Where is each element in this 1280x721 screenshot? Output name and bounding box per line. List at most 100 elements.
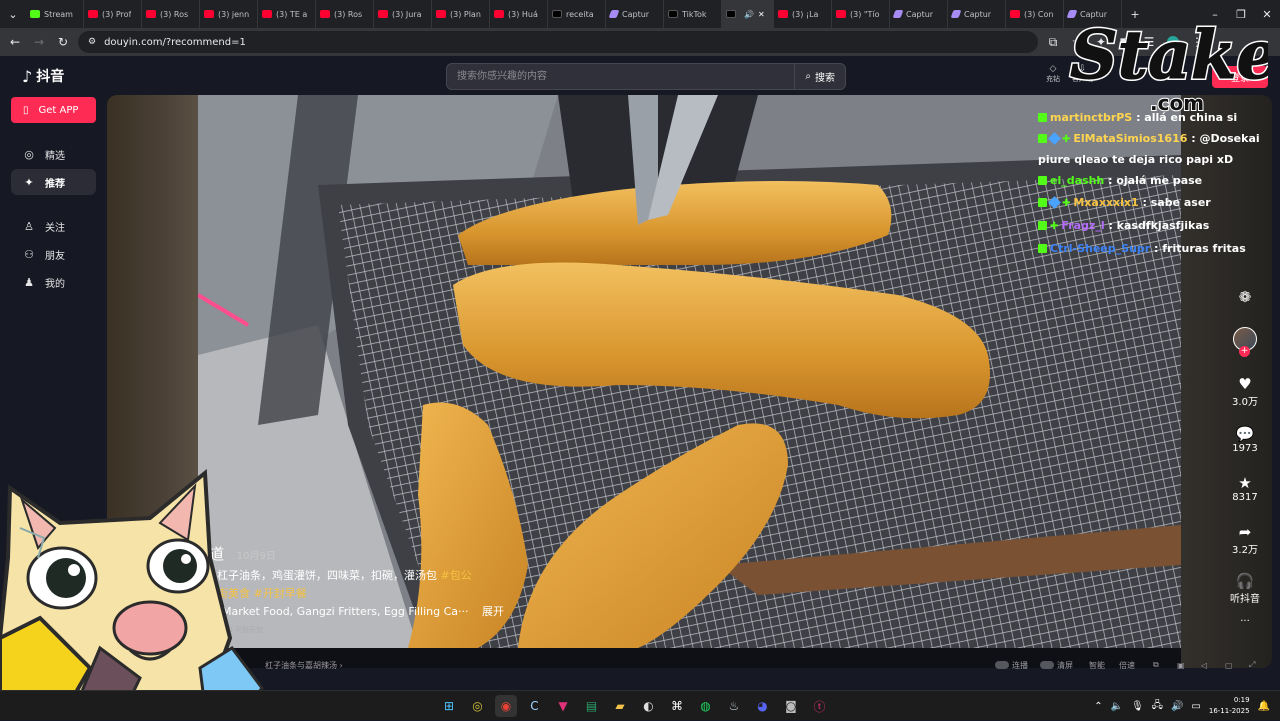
kick-badge-icon [1038, 198, 1047, 207]
browser-tab[interactable]: Captur [606, 0, 664, 28]
chat-username: Ctrl-Sheep_Supr [1050, 242, 1151, 255]
notifications-icon[interactable]: 🔔 [1258, 701, 1270, 712]
continuous-toggle[interactable]: 连播 [995, 660, 1028, 671]
address-bar[interactable]: ⚙ douyin.com/?recommend=1 [78, 31, 1038, 53]
youtube-icon [778, 10, 788, 18]
forward-icon[interactable]: → [30, 33, 48, 51]
sub-badge-icon: ✚ [1062, 134, 1071, 145]
browser-tab[interactable]: 🔊 ✕ [722, 0, 774, 28]
like-button[interactable]: ♥ 3.0万 [1228, 375, 1262, 408]
chat-text: frituras fritas [1162, 242, 1246, 255]
browser-tab[interactable]: (3) Con [1006, 0, 1064, 28]
tab-search-icon[interactable]: ⌄ [0, 0, 26, 28]
network-icon[interactable]: 🖧 [1152, 698, 1163, 715]
sidebar-item[interactable]: ♙ 关注 [11, 213, 96, 239]
webfullscreen-icon[interactable]: ▢ [1225, 661, 1233, 670]
browser-tab[interactable]: (3) Huá [490, 0, 548, 28]
youtube-icon [1010, 10, 1020, 18]
tray-chevron-icon[interactable]: ⌃ [1094, 701, 1102, 712]
speed-button[interactable]: 倍速 [1119, 660, 1135, 671]
quality-button[interactable]: 智能 [1089, 660, 1105, 671]
reload-icon[interactable]: ↻ [54, 33, 72, 51]
obs-icon[interactable]: ◐ [638, 695, 660, 717]
kick-badge-icon [1038, 176, 1047, 185]
browser-tab[interactable]: (3) Plan [432, 0, 490, 28]
pip-icon[interactable]: ⧉ [1153, 660, 1159, 670]
clock[interactable]: 0:19 16-11-2025 [1209, 695, 1250, 717]
browser-tab[interactable]: (3) "Tío [832, 0, 890, 28]
folder-icon[interactable]: ▰ [609, 695, 631, 717]
site-info-icon[interactable]: ⚙ [88, 37, 96, 47]
twitch-dashboard-icon[interactable]: ▼ [552, 695, 574, 717]
capcut-icon [892, 10, 904, 18]
favorite-button[interactable]: ★ 8317 [1228, 474, 1262, 503]
more-button[interactable]: ··· [1228, 616, 1262, 627]
youtube-icon [378, 10, 388, 18]
get-app-button[interactable]: ▯ Get APP [11, 97, 96, 123]
overwolf-icon[interactable]: ◎ [467, 695, 489, 717]
related-link[interactable]: 杠子油条与嘉胡辣汤 › [265, 660, 343, 671]
sidebar-item[interactable]: ⚇ 朋友 [11, 241, 96, 267]
browser-tab[interactable]: (3) Prof [84, 0, 142, 28]
sidebar-item[interactable]: ♟ 我的 [11, 269, 96, 295]
sparkle-icon: ✦ [24, 175, 34, 189]
discord-icon[interactable]: ◕ [752, 695, 774, 717]
mic-icon[interactable]: 🎙 [1131, 701, 1144, 712]
sidebar-item[interactable]: ◎ 精选 [11, 141, 96, 167]
volume-icon[interactable]: ◁ [1201, 661, 1207, 670]
spotify-icon[interactable]: ◍ [695, 695, 717, 717]
subtitle-icon[interactable]: ▣ [1177, 661, 1185, 670]
chrome-icon[interactable]: ◉ [495, 695, 517, 717]
todo-icon[interactable]: ⓣ [809, 695, 831, 717]
follow-plus-icon[interactable]: + [1239, 346, 1250, 357]
clear-screen-toggle[interactable]: 清屏 [1040, 660, 1073, 671]
comment-button[interactable]: 💬 1973 [1228, 425, 1262, 454]
browser-tab[interactable]: Stream [26, 0, 84, 28]
charge-button[interactable]: ◇ 充钻 [1046, 64, 1060, 84]
screenshot-icon[interactable]: ⧉ [1044, 33, 1062, 51]
kick-badge-icon [1038, 244, 1047, 253]
fullscreen-icon[interactable]: ⤢ [1249, 660, 1255, 670]
chat-username: ElMataSimios1616 [1073, 132, 1188, 145]
charge-label: 充钻 [1046, 75, 1060, 83]
chat-message: Ctrl-Sheep_Supr : frituras fritas [1038, 238, 1260, 260]
browser-tab[interactable]: (3) Jura [374, 0, 432, 28]
volume-icon[interactable]: 🔊 [1171, 701, 1183, 712]
browser-tab[interactable]: (3) jenn [200, 0, 258, 28]
steam-icon[interactable]: ♨ [723, 695, 745, 717]
browser-tab[interactable]: TikTok [664, 0, 722, 28]
windows-start-icon[interactable]: ⊞ [438, 695, 460, 717]
capcut-icon[interactable]: ⌘ [666, 695, 688, 717]
share-button[interactable]: ➦ 3.2万 [1228, 523, 1262, 556]
battery-icon[interactable]: ▭ [1191, 701, 1200, 712]
clock-date: 16-11-2025 [1208, 707, 1250, 715]
listen-label: 听抖音 [1230, 594, 1260, 605]
browser-tab[interactable]: Captur [890, 0, 948, 28]
listen-button[interactable]: 🎧 听抖音 [1228, 572, 1262, 605]
tab-title: Captur [964, 9, 992, 19]
expand-button[interactable]: 展开 [482, 605, 504, 618]
youtube-icon [146, 10, 156, 18]
immersive-button[interactable]: ❁ [1228, 288, 1262, 306]
back-icon[interactable]: ← [6, 33, 24, 51]
browser-tab[interactable]: (3) TE a [258, 0, 316, 28]
search-input[interactable] [447, 64, 795, 89]
ccleaner-icon[interactable]: C [524, 695, 546, 717]
browser-tab[interactable]: (3) Ros [142, 0, 200, 28]
app-icon[interactable]: ◙ [780, 695, 802, 717]
browser-tab[interactable]: (3) Ros [316, 0, 374, 28]
tab-close-icon[interactable]: ✕ [758, 10, 765, 19]
sidebar-item[interactable]: ✦ 推荐 [11, 169, 96, 195]
browser-tab[interactable]: Captur [948, 0, 1006, 28]
files-icon[interactable]: ▤ [581, 695, 603, 717]
hashtag[interactable]: #包公 [441, 569, 472, 582]
douyin-logo[interactable]: ♪ 抖音 [22, 66, 64, 86]
browser-tab[interactable]: (3) ¡La [774, 0, 832, 28]
youtube-icon [836, 10, 846, 18]
browser-tab[interactable]: receita [548, 0, 606, 28]
search-button[interactable]: ⌕ 搜索 [794, 64, 845, 89]
windows-taskbar: ⊞ ◎ ◉ C ▼ ▤ ▰ ◐ ⌘ ◍ ♨ ◕ ◙ ⓣ ⌃ 🔈 🎙 🖧 🔊 ▭ 0:19 16-11-20… [0, 690, 1280, 720]
tab-audio-icon[interactable]: 🔊 [744, 10, 754, 19]
stake-logo: Stake Stake .com [1068, 14, 1268, 116]
speaker-icon[interactable]: 🔈 [1111, 701, 1123, 712]
